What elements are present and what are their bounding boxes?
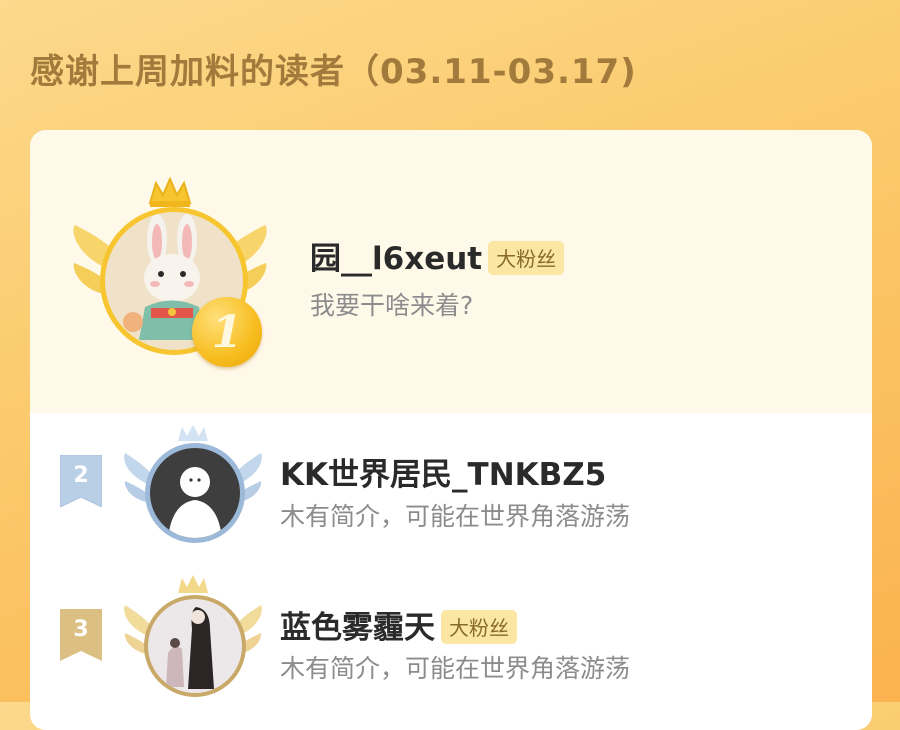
- page-title: 感谢上周加料的读者（03.11-03.17): [30, 52, 637, 92]
- reader-3-name[interactable]: 蓝色雾霾天 大粉丝: [280, 602, 517, 647]
- rank-3-number: 3: [73, 617, 89, 642]
- big-fan-badge: 大粉丝: [441, 609, 517, 644]
- reader-3-bio: 木有简介，可能在世界角落游荡: [280, 654, 631, 683]
- rank-2-avatar-group[interactable]: [120, 423, 266, 553]
- crown-icon: [178, 425, 208, 441]
- reader-3-name-text[interactable]: 蓝色雾霾天: [280, 610, 435, 646]
- reader-2-name[interactable]: KK世界居民_TNKBZ5: [280, 449, 606, 494]
- reader-ranking-card: 1 园__l6xeut 大粉丝 我要干啥来着? 2 KK世界居民_TNKBZ5 …: [30, 130, 872, 730]
- rank-3-avatar-group[interactable]: [120, 573, 266, 713]
- reader-2-bio: 木有简介，可能在世界角落游荡: [280, 502, 631, 531]
- long-hair-figure-avatar[interactable]: [144, 595, 246, 697]
- rank-3-flag: 3: [60, 609, 102, 661]
- rank-2-flag: 2: [59, 454, 103, 508]
- top-reader-section[interactable]: 1 园__l6xeut 大粉丝 我要干啥来着?: [30, 130, 872, 413]
- other-readers-list: 2 KK世界居民_TNKBZ5 木有简介，可能在世界角落游荡 3 蓝色雾霾天 大…: [30, 413, 872, 730]
- reader-1-name[interactable]: 园__l6xeut 大粉丝: [310, 233, 565, 278]
- crown-icon: [148, 176, 192, 207]
- big-fan-badge: 大粉丝: [488, 240, 565, 275]
- rank-2-number: 2: [73, 463, 89, 488]
- reader-1-bio: 我要干啥来着?: [310, 291, 474, 320]
- crown-icon: [178, 575, 208, 593]
- default-person-avatar[interactable]: [145, 443, 245, 543]
- rank-1-avatar-group[interactable]: 1: [70, 175, 270, 367]
- rank-1-badge: 1: [192, 297, 262, 367]
- reader-1-name-text[interactable]: 园__l6xeut: [310, 241, 482, 277]
